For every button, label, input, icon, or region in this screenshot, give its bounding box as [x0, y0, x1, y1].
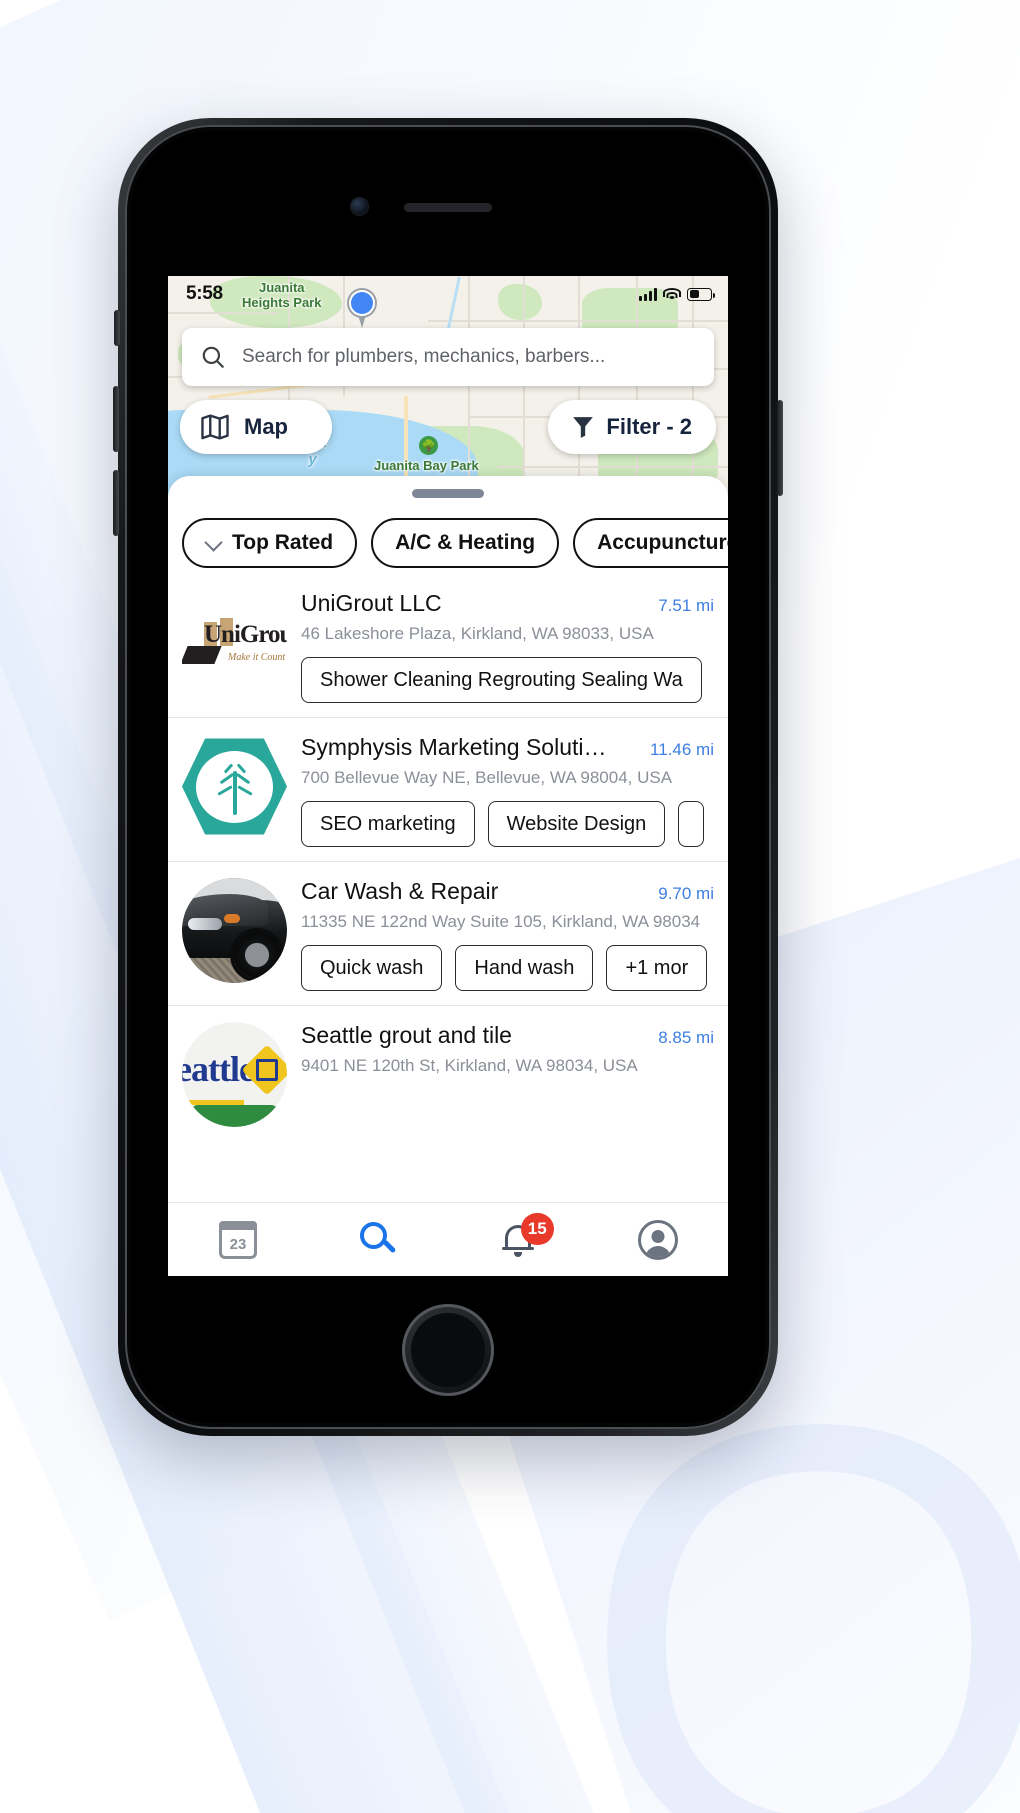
calendar-icon: 23 [219, 1220, 257, 1259]
service-tag-row[interactable]: Quick wash Hand wash +1 mor [301, 945, 728, 991]
business-name: Seattle grout and tile [301, 1022, 512, 1048]
business-logo [182, 734, 287, 839]
status-icons [639, 287, 715, 301]
map-icon [201, 414, 229, 440]
home-button[interactable] [402, 1304, 494, 1396]
list-item[interactable]: Car Wash & Repair 9.70 mi 11335 NE 122nd… [168, 861, 728, 1005]
service-tag[interactable]: Shower Cleaning Regrouting Sealing Wa [301, 657, 702, 703]
business-info: Car Wash & Repair 9.70 mi 11335 NE 122nd… [301, 878, 728, 991]
service-tag[interactable]: Website Design [487, 801, 666, 847]
business-logo [182, 878, 287, 983]
cellular-signal-icon [639, 287, 657, 301]
business-name: UniGrout LLC [301, 590, 442, 616]
phone-screen: JuanitaHeights Park nita y 🌳 Juanita Bay… [168, 276, 728, 1276]
service-tag[interactable]: SEO marketing [301, 801, 475, 847]
business-info: Symphysis Marketing Soluti… 11.46 mi 700… [301, 734, 728, 847]
map-road [428, 320, 728, 322]
service-tag-overflow[interactable] [678, 801, 705, 847]
search-icon [202, 346, 224, 368]
business-info: UniGrout LLC 7.51 mi 46 Lakeshore Plaza,… [301, 590, 728, 703]
calendar-day: 23 [229, 1235, 247, 1253]
battery-icon [687, 287, 715, 301]
business-logo: eattle [182, 1022, 287, 1127]
status-time: 5:58 [186, 283, 223, 304]
map-road [498, 466, 728, 468]
power-button[interactable] [777, 400, 783, 496]
status-bar: 5:58 [168, 276, 728, 310]
notification-badge: 15 [520, 1213, 554, 1245]
service-tag-row[interactable]: Shower Cleaning Regrouting Sealing Wa [301, 657, 728, 703]
symphysis-tree-logo [182, 737, 287, 837]
service-tag[interactable]: Quick wash [301, 945, 443, 991]
tab-profile[interactable] [588, 1203, 728, 1276]
tab-notifications[interactable]: 15 [448, 1203, 588, 1276]
filter-button[interactable]: Filter - 2 [548, 400, 716, 454]
service-tag-row[interactable]: SEO marketing Website Design [301, 801, 728, 847]
car-photo [182, 878, 287, 983]
filter-label: Filter - 2 [606, 414, 692, 439]
filter-funnel-icon [573, 417, 594, 438]
map-toggle-button[interactable]: Map [180, 400, 332, 454]
category-chip-ac-heating[interactable]: A/C & Heating [371, 518, 560, 568]
unigrout-logo: UniGrout. Make it Count [182, 608, 287, 678]
business-distance: 7.51 mi [658, 596, 714, 615]
silent-switch[interactable] [114, 310, 120, 346]
sheet-drag-handle[interactable] [412, 489, 484, 498]
service-tag-more[interactable]: +1 mor [606, 945, 708, 991]
business-distance: 9.70 mi [658, 884, 714, 903]
results-sheet: Top Rated A/C & Heating Accupuncture Uni… [168, 476, 728, 1276]
list-item[interactable]: eattle Seattle grout and tile 8.85 mi 94… [168, 1005, 728, 1141]
business-address: 9401 NE 120th St, Kirkland, WA 98034, US… [301, 1056, 638, 1075]
category-chip-top-rated[interactable]: Top Rated [182, 518, 358, 568]
list-item[interactable]: UniGrout. Make it Count UniGrout LLC 7.5… [168, 584, 728, 717]
category-chip-row[interactable]: Top Rated A/C & Heating Accupuncture [168, 498, 728, 584]
account-avatar-icon [638, 1219, 678, 1260]
chevron-down-icon [206, 535, 222, 551]
wifi-icon [663, 287, 681, 301]
volume-up-button[interactable] [113, 386, 119, 452]
business-logo: UniGrout. Make it Count [182, 590, 287, 695]
volume-down-button[interactable] [113, 470, 119, 536]
category-chip-label: Accupuncture [597, 531, 728, 554]
map-toggle-label: Map [244, 414, 288, 439]
business-distance: 8.85 mi [658, 1028, 714, 1047]
business-name: Car Wash & Repair [301, 878, 499, 904]
seattle-grout-logo: eattle [182, 1022, 287, 1127]
service-tag[interactable]: Hand wash [455, 945, 594, 991]
category-chip-label: Top Rated [232, 531, 334, 554]
search-input[interactable]: Search for plumbers, mechanics, barbers.… [182, 328, 714, 386]
business-list: UniGrout. Make it Count UniGrout LLC 7.5… [168, 584, 728, 1141]
search-placeholder: Search for plumbers, mechanics, barbers.… [242, 346, 606, 367]
category-chip-accupuncture[interactable]: Accupuncture [573, 518, 728, 568]
business-info: Seattle grout and tile 8.85 mi 9401 NE 1… [301, 1022, 728, 1127]
business-distance: 11.46 mi [650, 740, 714, 759]
map-road [168, 312, 278, 314]
earpiece-speaker [404, 203, 492, 212]
bottom-tab-bar: 23 15 [168, 1202, 728, 1276]
phone-device-frame: JuanitaHeights Park nita y 🌳 Juanita Bay… [113, 118, 783, 1436]
tab-calendar[interactable]: 23 [168, 1203, 308, 1276]
business-name: Symphysis Marketing Soluti… [301, 734, 607, 760]
front-camera [350, 197, 369, 216]
business-address: 700 Bellevue Way NE, Bellevue, WA 98004,… [301, 768, 673, 787]
tab-search[interactable] [308, 1203, 448, 1276]
category-chip-label: A/C & Heating [395, 531, 536, 554]
park-tree-icon: 🌳 [419, 436, 438, 455]
search-icon [360, 1221, 397, 1258]
business-address: 11335 NE 122nd Way Suite 105, Kirkland, … [301, 912, 701, 931]
business-address: 46 Lakeshore Plaza, Kirkland, WA 98033, … [301, 624, 654, 643]
list-item[interactable]: Symphysis Marketing Soluti… 11.46 mi 700… [168, 717, 728, 861]
map-label-juanita-bay-park: Juanita Bay Park [374, 458, 479, 473]
